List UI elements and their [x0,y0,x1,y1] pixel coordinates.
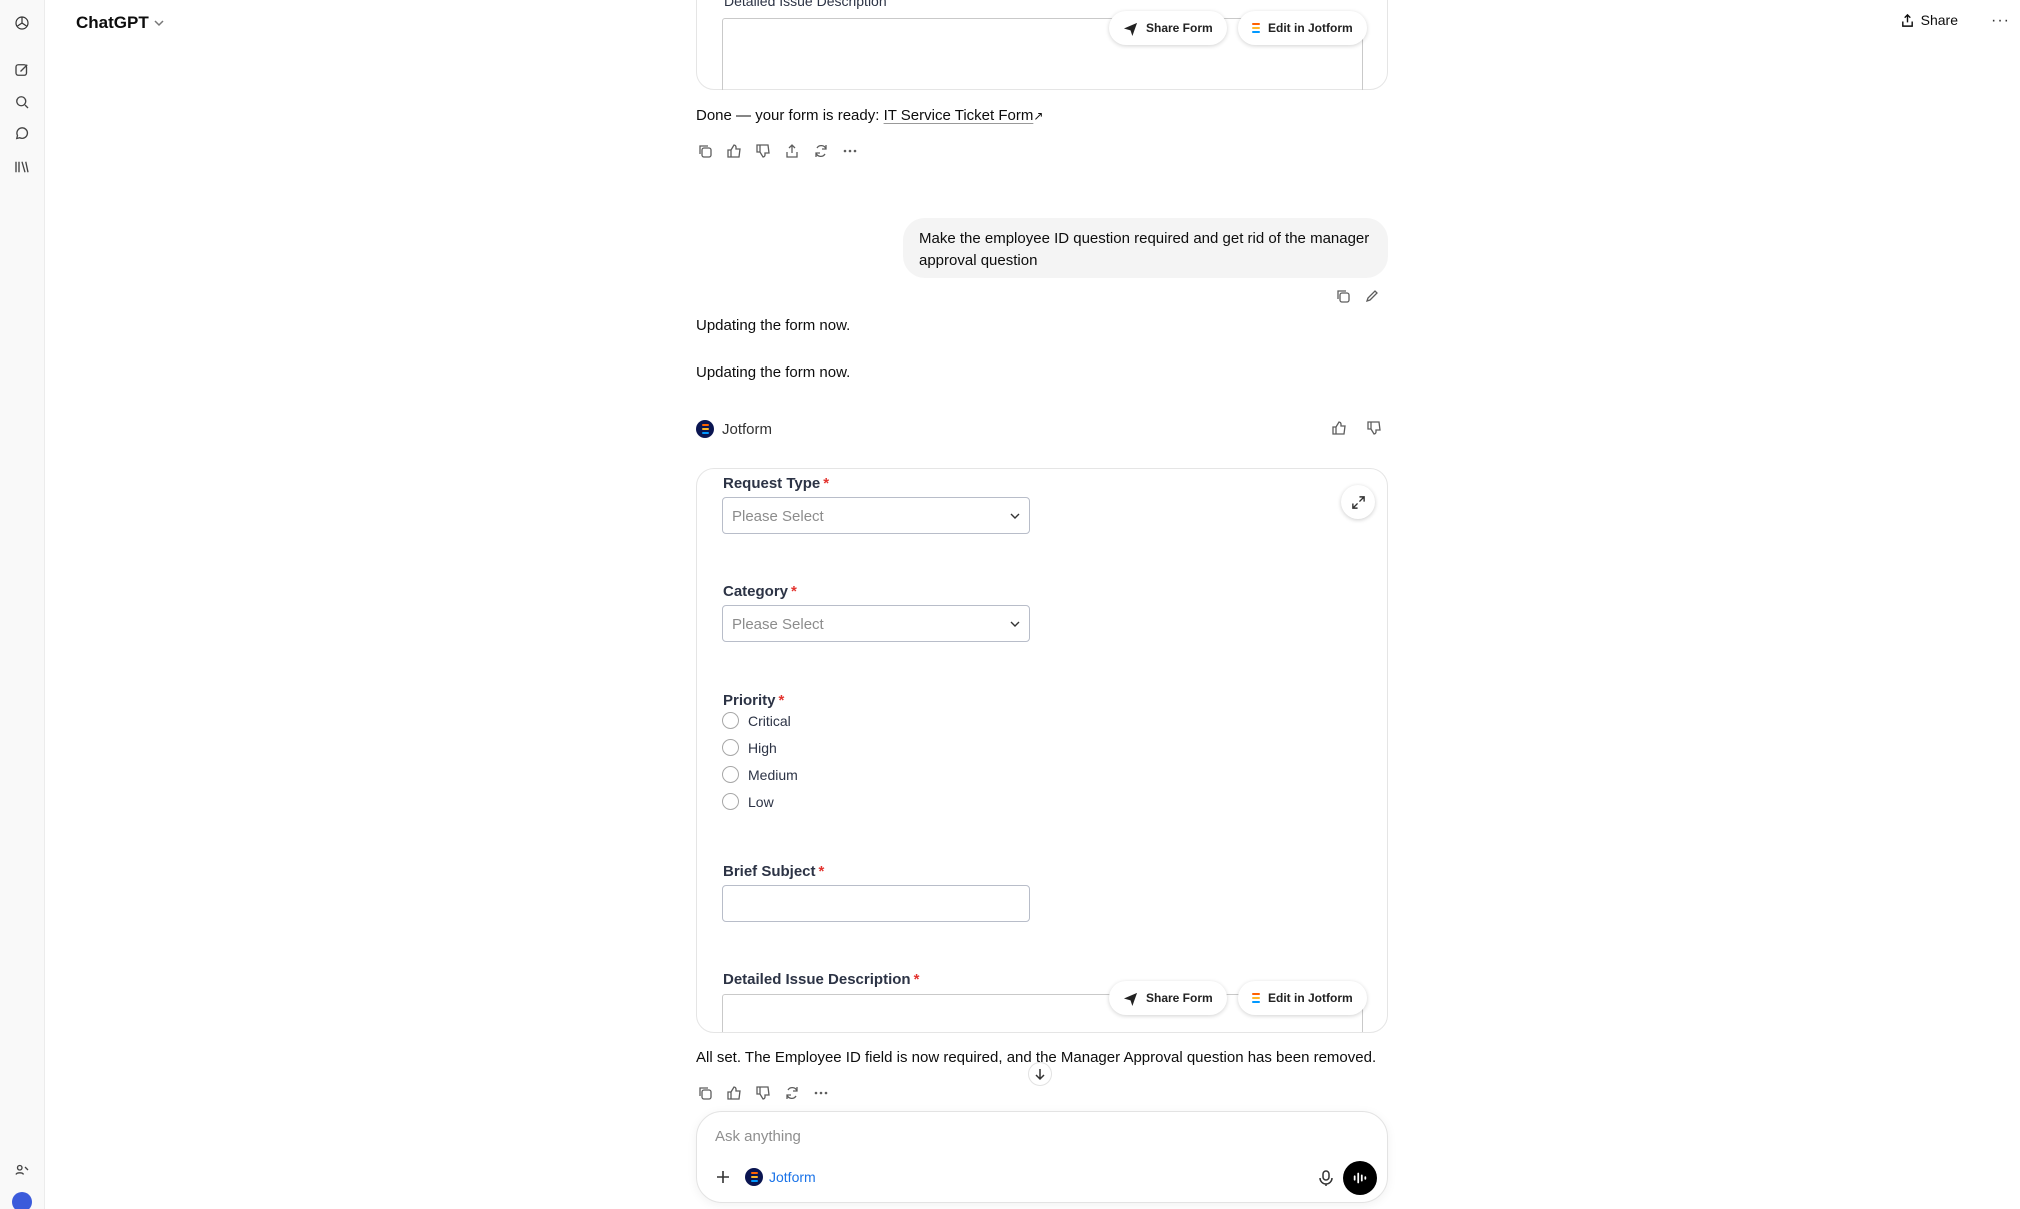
thumbs-up-icon[interactable] [1330,419,1348,437]
composer: Ask anything Jotform [696,1111,1388,1203]
openai-logo-icon[interactable] [12,13,32,33]
thumbs-down-icon[interactable] [754,1084,772,1102]
radio-button[interactable] [722,712,739,729]
edit-label: Edit in Jotform [1268,21,1353,35]
tool-header: Jotform [696,420,772,438]
new-chat-icon[interactable] [12,60,32,80]
assistant-message: Updating the form now. [696,317,851,334]
category-label: Category * [723,583,797,600]
copy-icon[interactable] [1334,287,1352,305]
request-type-select[interactable]: Please Select [722,497,1030,534]
message-text: Done — your form is ready: [696,107,884,124]
priority-option-low[interactable]: Low [722,793,774,810]
voice-mode-button[interactable] [1343,1161,1377,1195]
share-button[interactable]: Share [1900,12,1958,28]
plus-icon[interactable] [714,1168,732,1186]
jotform-tool-chip[interactable]: Jotform [745,1168,816,1186]
priority-option-high[interactable]: High [722,739,777,756]
brief-subject-label: Brief Subject * [723,863,825,880]
priority-option-critical[interactable]: Critical [722,712,791,729]
priority-option-medium[interactable]: Medium [722,766,798,783]
send-icon [1123,22,1138,36]
thumbs-up-icon[interactable] [725,1084,743,1102]
more-icon[interactable] [812,1084,830,1102]
edit-label: Edit in Jotform [1268,991,1353,1005]
tool-name: Jotform [722,420,773,438]
jotform-logo-icon [745,1168,763,1186]
arrow-down-icon [1035,1069,1045,1081]
scroll-to-bottom-button[interactable] [1028,1062,1052,1086]
share-form-label: Share Form [1146,21,1213,35]
user-message-actions [1334,287,1381,305]
share-label: Share [1920,12,1958,28]
tool-chip-label: Jotform [769,1169,816,1185]
more-icon[interactable] [841,142,859,160]
chat-bubble-icon[interactable] [12,124,32,144]
expand-button[interactable] [1341,485,1375,519]
previous-form-card: Detailed Issue Description Share Form Ed… [696,0,1388,90]
radio-button[interactable] [722,766,739,783]
prompt-input[interactable]: Ask anything [715,1128,801,1145]
thumbs-down-icon[interactable] [754,142,772,160]
assistant-message: Done — your form is ready: IT Service Ti… [696,106,1043,126]
edit-in-jotform-button[interactable]: Edit in Jotform [1238,981,1367,1015]
share-form-button[interactable]: Share Form [1109,981,1227,1015]
sidebar-rail [0,0,45,1209]
people-icon[interactable] [12,1160,32,1180]
radio-button[interactable] [722,793,739,810]
search-icon[interactable] [12,92,32,112]
message-actions [696,142,859,160]
avatar[interactable] [12,1192,32,1209]
jotform-icon [1252,993,1260,1003]
form-field-label: Detailed Issue Description [724,0,887,9]
more-options-button[interactable]: ··· [1991,12,2010,30]
send-icon [1123,992,1138,1006]
radio-button[interactable] [722,739,739,756]
regenerate-icon[interactable] [812,142,830,160]
share-icon[interactable] [783,142,801,160]
library-icon[interactable] [12,157,32,177]
jotform-icon [1252,23,1260,33]
share-form-label: Share Form [1146,991,1213,1005]
microphone-icon[interactable] [1317,1169,1335,1187]
brief-subject-input[interactable] [722,885,1030,922]
assistant-message: Updating the form now. [696,364,851,381]
waveform-icon [1353,1172,1367,1184]
edit-in-jotform-button[interactable]: Edit in Jotform [1238,11,1367,45]
tool-feedback [1330,419,1383,437]
copy-icon[interactable] [696,1084,714,1102]
chevron-down-icon [154,20,164,27]
thumbs-down-icon[interactable] [1365,419,1383,437]
chevron-down-icon [1010,621,1020,627]
chevron-down-icon [1010,513,1020,519]
thumbs-up-icon[interactable] [725,142,743,160]
request-type-label: Request Type * [723,475,830,492]
form-link[interactable]: IT Service Ticket Form [884,107,1034,124]
category-select[interactable]: Please Select [722,605,1030,642]
upload-icon [1901,13,1913,27]
external-link-icon: ↗ [1033,109,1044,123]
model-name-label: ChatGPT [76,13,149,32]
regenerate-icon[interactable] [783,1084,801,1102]
priority-label: Priority * [723,692,785,709]
jotform-logo-icon [696,420,714,438]
expand-icon [1351,495,1365,509]
description-label: Detailed Issue Description * [723,971,920,988]
jotform-form-card: Request Type * Please Select Category * Pl… [696,468,1388,1033]
model-selector[interactable]: ChatGPT [76,13,165,33]
edit-icon[interactable] [1363,287,1381,305]
user-message: Make the employee ID question required a… [903,218,1388,278]
share-form-button[interactable]: Share Form [1109,11,1227,45]
message-actions [696,1084,830,1102]
copy-icon[interactable] [696,142,714,160]
